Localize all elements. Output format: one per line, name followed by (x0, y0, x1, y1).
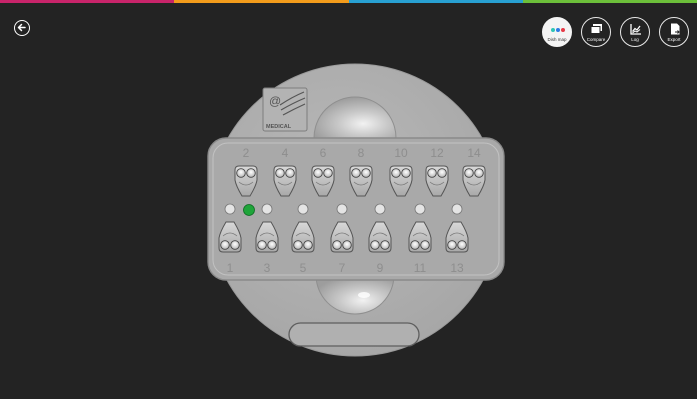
well-number: 1 (227, 261, 234, 275)
culture-dish-map: @ MEDICAL 2 4 6 8 10 12 14 1 3 5 7 9 11 … (207, 63, 505, 357)
well-number: 11 (414, 261, 427, 275)
well-inlet (451, 203, 463, 215)
well-number: 5 (300, 261, 307, 275)
well-number: 13 (450, 261, 464, 275)
well-number: 4 (282, 146, 289, 160)
selected-well-marker[interactable] (243, 204, 255, 216)
svg-text:@: @ (269, 94, 281, 108)
well-inlet (224, 203, 236, 215)
well-number: 6 (320, 146, 327, 160)
well-number: 14 (467, 146, 481, 160)
well-number: 8 (358, 146, 365, 160)
well-number: 3 (264, 261, 271, 275)
well-number: 12 (430, 146, 444, 160)
well-inlet (336, 203, 348, 215)
medical-logo: @ MEDICAL (262, 87, 308, 132)
well-number: 2 (243, 146, 250, 160)
well-inlet (297, 203, 309, 215)
well-inlet (261, 203, 273, 215)
well-number: 7 (339, 261, 346, 275)
well-inlet (414, 203, 426, 215)
well-number: 9 (377, 261, 384, 275)
logo-text: MEDICAL (266, 124, 292, 130)
handle-slot (288, 322, 420, 347)
bowl-highlight (358, 292, 370, 298)
well-number: 10 (394, 146, 408, 160)
well-inlet (374, 203, 386, 215)
